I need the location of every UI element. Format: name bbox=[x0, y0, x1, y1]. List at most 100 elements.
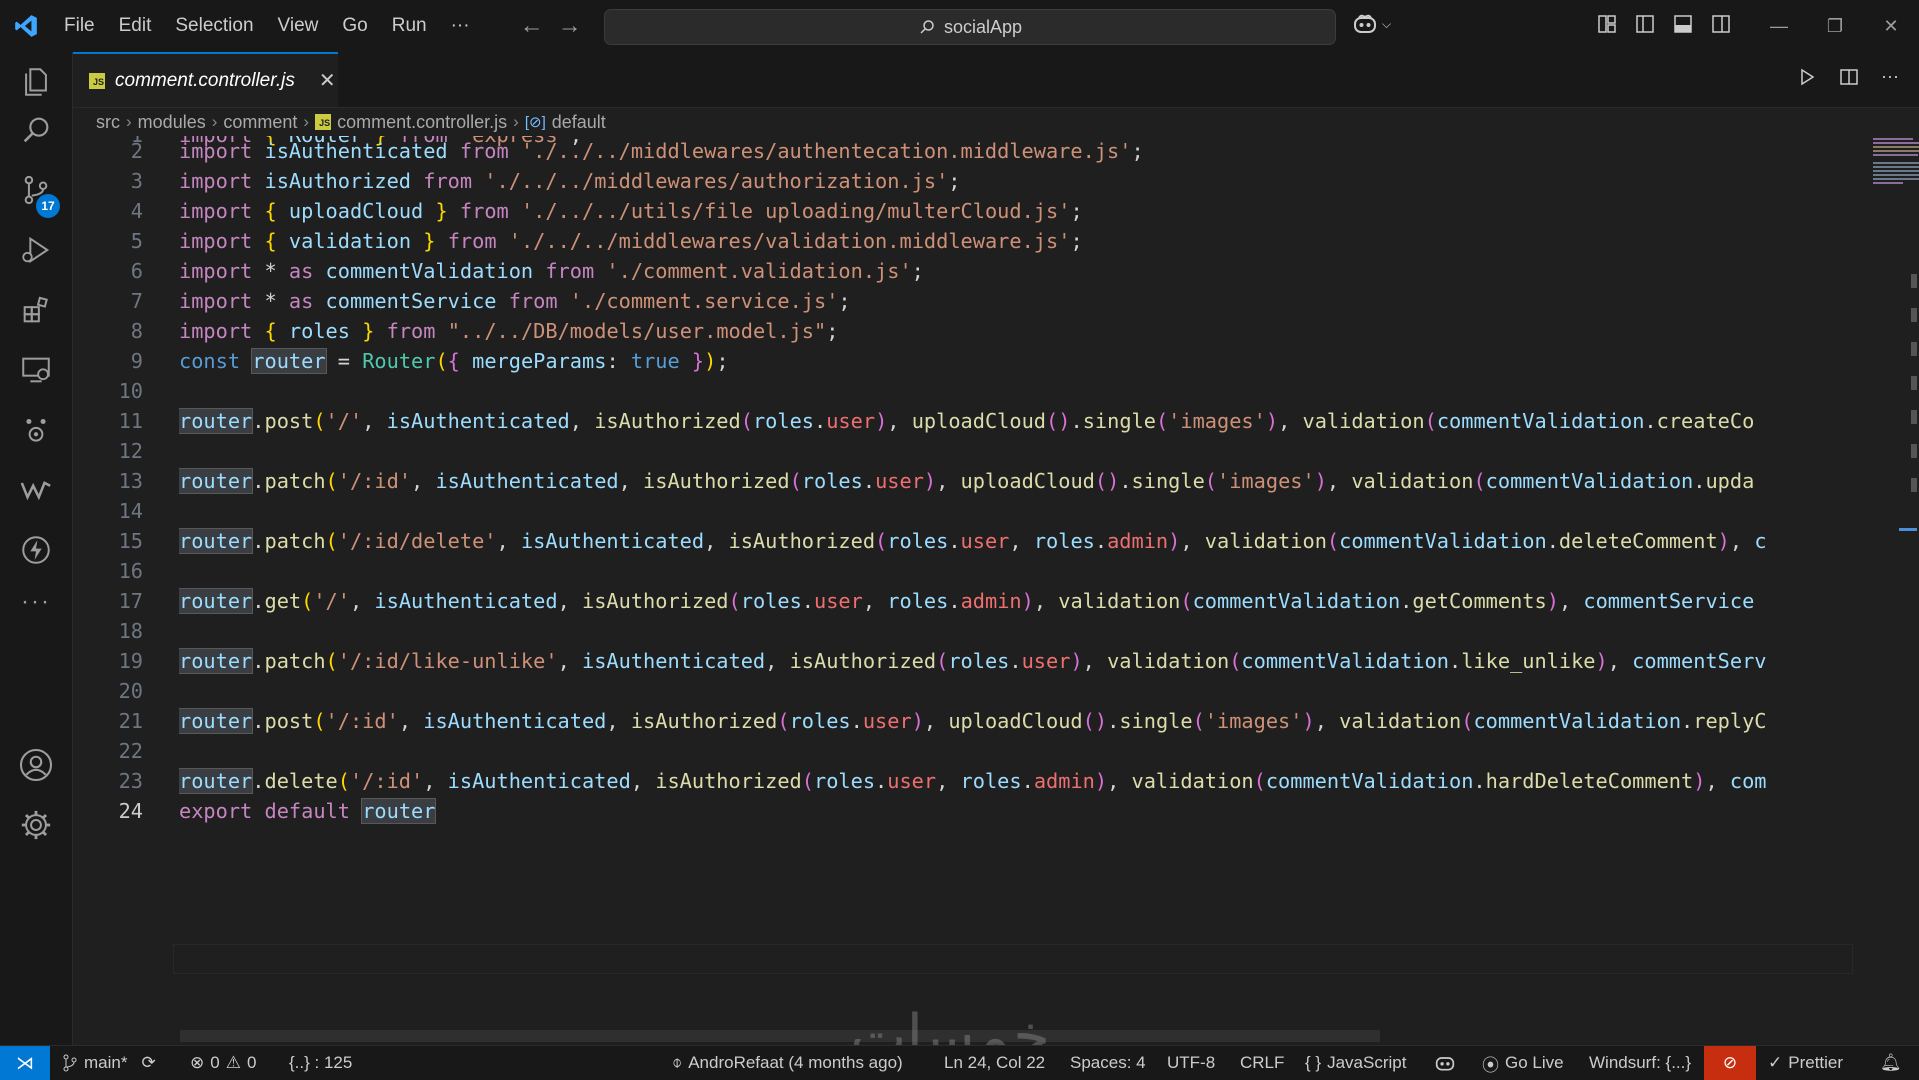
menu-file[interactable]: File bbox=[52, 0, 107, 52]
symbol-variable-icon: [⊘] bbox=[524, 114, 546, 131]
double-check-icon: ✓ bbox=[1768, 1053, 1783, 1072]
command-center-search[interactable]: socialApp bbox=[604, 9, 1336, 45]
code-line: import isAuthenticated from './../../mid… bbox=[179, 136, 1853, 166]
more-views-icon[interactable]: ··· bbox=[0, 572, 72, 632]
customize-layout-icon[interactable] bbox=[1596, 13, 1618, 35]
go-live-button[interactable]: ⦿ Go Live bbox=[1482, 1046, 1564, 1080]
code-text: import { validation } from './../../midd… bbox=[179, 229, 1083, 253]
breadcrumb-symbol[interactable]: default bbox=[552, 112, 606, 133]
search-icon bbox=[920, 20, 934, 34]
code-text: router.post('/', isAuthenticated, isAuth… bbox=[179, 408, 1755, 434]
branch-indicator[interactable]: main* ⟳ bbox=[62, 1046, 156, 1080]
tab-comment-controller[interactable]: JS comment.controller.js ✕ bbox=[73, 52, 338, 107]
language-mode[interactable]: { } JavaScript bbox=[1305, 1046, 1406, 1080]
menu-edit[interactable]: Edit bbox=[107, 0, 164, 52]
code-text: const router = Router({ mergeParams: tru… bbox=[179, 348, 729, 374]
restore-icon[interactable]: ❐ bbox=[1807, 0, 1863, 52]
ai-assistant-icon[interactable] bbox=[0, 400, 72, 460]
copilot-button[interactable]: ⌵ bbox=[1352, 12, 1391, 36]
code-line: const router = Router({ mergeParams: tru… bbox=[179, 346, 1853, 376]
cursor-position[interactable]: Ln 24, Col 22 bbox=[944, 1046, 1045, 1080]
extensions-icon[interactable] bbox=[0, 280, 72, 340]
windsurf-status[interactable]: Windsurf: {...} bbox=[1589, 1046, 1691, 1080]
minimize-icon[interactable]: — bbox=[1751, 0, 1807, 52]
menu-go[interactable]: Go bbox=[330, 0, 379, 52]
toggle-panel-icon[interactable] bbox=[1672, 13, 1694, 35]
run-debug-icon[interactable] bbox=[0, 220, 72, 280]
error-icon: ⊗ bbox=[190, 1053, 205, 1072]
indentation[interactable]: Spaces: 4 bbox=[1070, 1046, 1146, 1080]
close-window-icon[interactable]: ✕ bbox=[1863, 0, 1919, 52]
windsurf-icon[interactable] bbox=[0, 460, 72, 520]
remote-indicator-icon[interactable]: ⋊ bbox=[0, 1046, 50, 1080]
line-number: 15 bbox=[118, 529, 143, 553]
breadcrumb: src › modules › comment › JS comment.con… bbox=[96, 108, 606, 136]
selection-indicator[interactable]: {..} : 125 bbox=[289, 1046, 352, 1080]
line-number: 22 bbox=[118, 739, 143, 763]
editor-actions: ··· bbox=[1797, 66, 1899, 87]
breadcrumb-file[interactable]: comment.controller.js bbox=[337, 112, 507, 133]
line-number: 18 bbox=[118, 619, 143, 643]
line-number: 3 bbox=[130, 169, 143, 193]
breadcrumb-src[interactable]: src bbox=[96, 112, 120, 133]
code-text: router.delete('/:id', isAuthenticated, i… bbox=[179, 768, 1767, 794]
problems-indicator[interactable]: ⊗ 0 ⚠ 0 bbox=[190, 1046, 256, 1080]
chevron-right-icon: › bbox=[303, 112, 310, 131]
git-blame[interactable]: ⌽ AndroRefaat (4 months ago) bbox=[672, 1046, 903, 1080]
menu-more[interactable]: ··· bbox=[439, 0, 482, 52]
horizontal-scrollbar[interactable] bbox=[180, 1030, 1380, 1042]
remote-explorer-icon[interactable] bbox=[0, 340, 72, 400]
cursor-position-text: Ln 24, Col 22 bbox=[944, 1053, 1046, 1072]
run-file-icon[interactable] bbox=[1797, 67, 1817, 87]
lightning-icon[interactable] bbox=[0, 520, 72, 580]
close-icon[interactable]: ✕ bbox=[319, 68, 336, 93]
menu-run[interactable]: Run bbox=[380, 0, 439, 52]
javascript-file-icon: JS bbox=[89, 72, 105, 89]
breadcrumb-modules[interactable]: modules bbox=[138, 112, 206, 133]
menu-view[interactable]: View bbox=[266, 0, 331, 52]
warning-icon: ⚠ bbox=[225, 1053, 241, 1072]
copilot-icon bbox=[1354, 14, 1376, 33]
line-number: 12 bbox=[118, 439, 143, 463]
toggle-primary-sidebar-icon[interactable] bbox=[1634, 13, 1656, 35]
line-number: 23 bbox=[118, 769, 143, 793]
editor-tab-bar: JS comment.controller.js ✕ ··· bbox=[73, 52, 1919, 108]
encoding-text: UTF-8 bbox=[1167, 1053, 1216, 1072]
menu-selection[interactable]: Selection bbox=[163, 0, 265, 52]
code-text: import * as commentService from './comme… bbox=[179, 289, 851, 313]
code-line: router.get('/', isAuthenticated, isAutho… bbox=[179, 586, 1853, 616]
sync-icon[interactable]: ⟳ bbox=[141, 1053, 155, 1073]
prettier-status[interactable]: ✓ Prettier bbox=[1768, 1046, 1843, 1080]
notifications-bell-icon[interactable]: 🔔︎ bbox=[1880, 1046, 1902, 1080]
settings-gear-icon[interactable] bbox=[0, 795, 72, 855]
menu-bar: File Edit Selection View Go Run ··· bbox=[52, 0, 482, 52]
source-control-icon[interactable]: 17 bbox=[0, 160, 72, 220]
forward-arrow-icon[interactable]: → bbox=[558, 12, 582, 40]
line-ending[interactable]: CRLF bbox=[1240, 1046, 1284, 1080]
encoding[interactable]: UTF-8 bbox=[1167, 1046, 1215, 1080]
line-number: 8 bbox=[130, 319, 143, 343]
code-area: import { Router } from 'express';import … bbox=[179, 136, 1853, 1045]
broadcast-icon: ⦿ bbox=[1482, 1055, 1499, 1075]
blame-text: AndroRefaat (4 months ago) bbox=[688, 1053, 903, 1072]
search-sidebar-icon[interactable] bbox=[0, 100, 72, 160]
code-line: import * as commentValidation from './co… bbox=[179, 256, 1853, 286]
line-number: 10 bbox=[118, 379, 143, 403]
title-bar: File Edit Selection View Go Run ··· ← → … bbox=[0, 0, 1919, 52]
disabled-extension-icon[interactable]: ⊘ bbox=[1704, 1046, 1756, 1080]
line-number: 9 bbox=[130, 349, 143, 373]
copilot-status-icon[interactable] bbox=[1434, 1046, 1456, 1080]
git-branch-icon bbox=[63, 1054, 77, 1072]
toggle-secondary-sidebar-icon[interactable] bbox=[1710, 13, 1732, 35]
code-text: router.patch('/:id/delete', isAuthentica… bbox=[179, 528, 1767, 554]
split-editor-icon[interactable] bbox=[1839, 67, 1859, 87]
accounts-icon[interactable] bbox=[0, 735, 72, 795]
code-text: import { roles } from "../../DB/models/u… bbox=[179, 319, 839, 343]
back-arrow-icon[interactable]: ← bbox=[520, 12, 544, 40]
more-actions-icon[interactable]: ··· bbox=[1881, 66, 1899, 87]
line-number: 17 bbox=[118, 589, 143, 613]
breadcrumb-comment[interactable]: comment bbox=[223, 112, 297, 133]
minimap[interactable] bbox=[1873, 136, 1919, 196]
code-editor[interactable]: 1 2 3 4 5 6 7 8 9 10 11 12 13 14 15 16 1… bbox=[73, 136, 1919, 1045]
